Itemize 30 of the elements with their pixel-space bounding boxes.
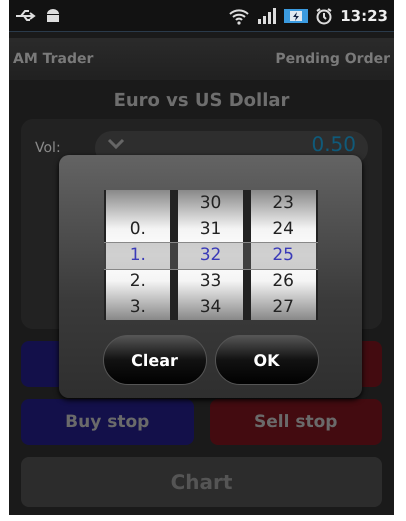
picker-value[interactable]: 26 (272, 268, 294, 294)
picker-value[interactable]: 30 (200, 190, 222, 216)
wifi-icon (228, 6, 250, 24)
picker-value[interactable]: 27 (272, 294, 294, 320)
picker-value[interactable]: 24 (272, 216, 294, 242)
picker-value[interactable]: 3. (130, 294, 146, 320)
signal-icon (257, 8, 278, 24)
clock-time: 13:23 (340, 6, 388, 24)
picker-value[interactable]: 2. (130, 268, 146, 294)
alarm-clock-icon (315, 6, 334, 24)
picker-value[interactable]: 1. (130, 242, 146, 268)
screen-title: Pending Order (275, 51, 390, 67)
usb-icon (15, 8, 37, 22)
app-name: AM Trader (13, 51, 94, 67)
battery-charging-icon (284, 8, 308, 24)
picker-value[interactable]: 23 (272, 190, 294, 216)
picker-value[interactable]: 0. (130, 216, 146, 242)
picker-value[interactable]: 31 (200, 216, 222, 242)
picker-value[interactable]: 25 (272, 242, 294, 268)
picker-wheel[interactable]: 30 31 32 33 34 (178, 190, 243, 320)
volume-label: Vol: (35, 140, 62, 156)
dialog-button[interactable]: OK (214, 335, 318, 385)
dialog-button[interactable]: Clear (102, 335, 206, 385)
picker-value[interactable]: 34 (200, 294, 222, 320)
picker-wheel[interactable]: 0. 1. 2. 3. (106, 190, 170, 320)
picker-value[interactable]: 33 (200, 268, 222, 294)
picker-wheel[interactable]: 23 24 25 26 27 (250, 190, 316, 320)
picker-value[interactable]: 32 (200, 242, 222, 268)
chevron-down-icon (107, 138, 125, 150)
currency-pair-title: Euro vs US Dollar (112, 90, 290, 111)
